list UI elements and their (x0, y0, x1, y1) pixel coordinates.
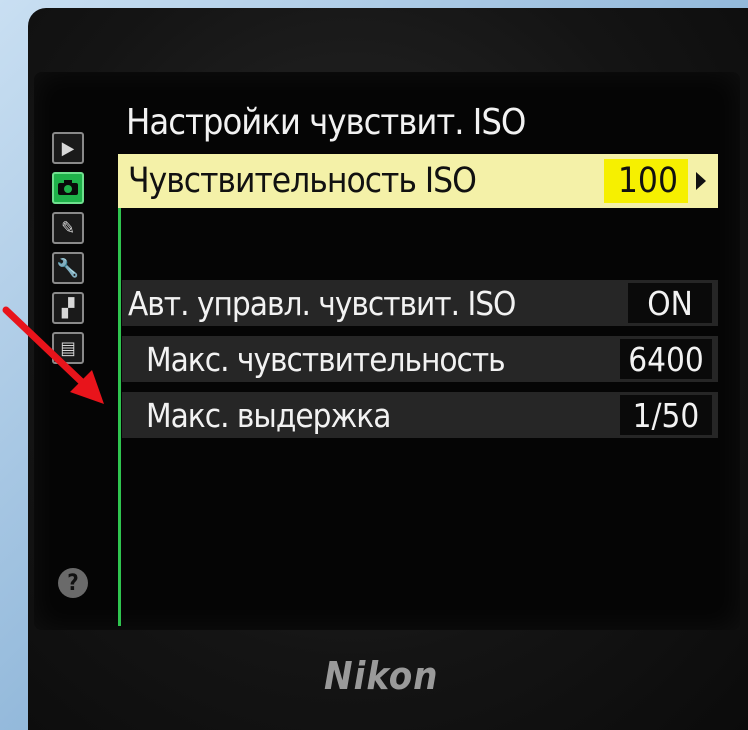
chevron-right-icon (696, 172, 706, 190)
annotation-arrow (2, 306, 104, 404)
pencil-icon[interactable]: ✎ (52, 212, 84, 244)
iso-sensitivity-value: 100 (603, 159, 688, 203)
auto-iso-label: Авт. управл. чувствит. ISO (128, 283, 516, 323)
max-shutter-value: 1/50 (620, 395, 712, 435)
help-icon[interactable]: ? (58, 568, 88, 598)
auto-iso-row[interactable]: Авт. управл. чувствит. ISO ON (122, 280, 718, 326)
wrench-icon[interactable]: 🔧 (52, 252, 84, 284)
camera-icon[interactable] (52, 172, 84, 204)
brand-logo: Nikon (324, 654, 439, 698)
auto-iso-value: ON (628, 283, 712, 323)
max-shutter-row[interactable]: Макс. выдержка 1/50 (122, 392, 718, 438)
max-sensitivity-value: 6400 (620, 339, 712, 379)
iso-sensitivity-label: Чувствительность ISO (128, 161, 477, 201)
camera-body: ▶ ✎ 🔧 ▞ ▤ ? Настройки чувствит. ISO Чувс… (28, 8, 748, 730)
max-sensitivity-row[interactable]: Макс. чувствительность 6400 (122, 336, 718, 382)
iso-sensitivity-row[interactable]: Чувствительность ISO 100 (118, 154, 718, 208)
max-shutter-label: Макс. выдержка (146, 395, 391, 435)
menu-title: Настройки чувствит. ISO (126, 102, 526, 143)
max-sensitivity-label: Макс. чувствительность (146, 339, 506, 379)
playback-icon[interactable]: ▶ (52, 132, 84, 164)
lcd-screen: ▶ ✎ 🔧 ▞ ▤ ? Настройки чувствит. ISO Чувс… (34, 72, 740, 630)
